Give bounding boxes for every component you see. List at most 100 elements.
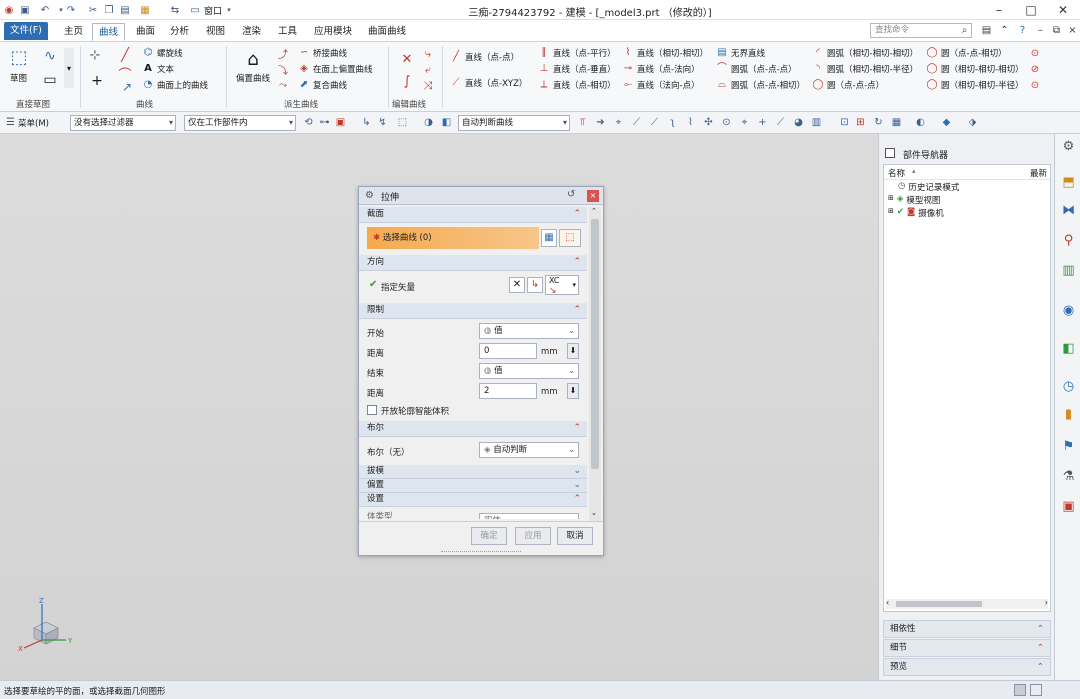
selection-filter-select[interactable]: 没有选择过滤器 ▾ — [70, 115, 176, 131]
resize-grip[interactable] — [441, 551, 521, 554]
ribbon-options-icon[interactable]: ▤ — [980, 24, 993, 37]
snap-tangent-icon[interactable]: ⌇ — [684, 116, 697, 129]
sketch-label[interactable]: 草图 — [10, 72, 27, 84]
profile-icon[interactable]: ∿ — [40, 46, 60, 66]
layout-icon[interactable] — [1030, 684, 1042, 696]
end-distance-menu-icon[interactable]: ⬇ — [567, 383, 579, 399]
line-icon[interactable]: ╱ — [116, 46, 134, 64]
gear-icon[interactable]: ⚙ — [365, 190, 374, 201]
snap-face-icon[interactable]: ◕ — [792, 116, 805, 129]
cube-icon[interactable]: ◧ — [440, 116, 453, 129]
paste-icon[interactable]: ▤ — [118, 3, 132, 17]
column-name-header[interactable]: 名称 — [888, 167, 905, 179]
full-screen-icon[interactable] — [1014, 684, 1026, 696]
snap-center-icon[interactable]: ⊙ — [720, 116, 733, 129]
tab-view[interactable]: 视图 — [200, 23, 231, 41]
doc-restore-icon[interactable]: ⧉ — [1050, 24, 1063, 37]
part-navigator-icon[interactable]: ⬒ — [1060, 174, 1077, 191]
x-form-icon[interactable]: ⤨ — [420, 78, 436, 94]
ribbon-line-point-normal[interactable]: ⊸ 直线（点-法向） — [622, 62, 700, 76]
curve-length-icon[interactable]: ⤶ — [420, 62, 436, 78]
ribbon-curve-on-surface[interactable]: ◔ 曲面上的曲线 — [142, 78, 208, 92]
orient-view-icon[interactable]: ▦ — [890, 116, 903, 129]
window-switch-icon[interactable]: ▦ — [138, 3, 152, 17]
snap-point-icon[interactable]: + — [756, 116, 769, 129]
navigator-pin-checkbox[interactable] — [885, 148, 895, 158]
dialog-close-button[interactable]: × — [587, 190, 599, 202]
scroll-right-icon[interactable]: › — [1045, 598, 1048, 607]
ribbon-arc-ttt[interactable]: ◜ 圆弧（相切-相切-相切） — [812, 46, 918, 60]
sketch-section-icon[interactable]: ⬚ — [559, 229, 581, 247]
scroll-up-icon[interactable]: ⌃ — [591, 207, 597, 215]
circle-extra-icon[interactable]: ⊙ — [1028, 46, 1042, 60]
cancel-button[interactable]: 取消 — [557, 527, 593, 545]
apply-button[interactable]: 应用 — [515, 527, 551, 545]
ribbon-bridge-curve[interactable]: ∽ 桥接曲线 — [298, 46, 347, 60]
snap-bounded-icon[interactable]: ▥ — [810, 116, 823, 129]
select-curve-field[interactable]: ✱ 选择曲线 (0) — [367, 227, 539, 249]
start-type-select[interactable]: ◍ 值 ⌄ — [479, 323, 579, 339]
ribbon-helix[interactable]: ⌬ 螺旋线 — [142, 46, 183, 60]
scroll-down-icon[interactable]: ⌄ — [591, 509, 597, 517]
body-type-select[interactable]: 实体 — [479, 513, 579, 519]
select-curve-icon[interactable]: ↯ — [376, 116, 389, 129]
scroll-left-icon[interactable]: ‹ — [886, 598, 889, 607]
intersect-curve-icon[interactable]: ⤵ — [276, 62, 290, 77]
snap-curve-icon[interactable]: ʅ — [666, 116, 679, 129]
cut-icon[interactable]: ✂ — [86, 3, 100, 17]
edit-object-display-icon[interactable]: ◆ — [940, 116, 953, 129]
section-header-settings[interactable]: 设置 ⌃ — [359, 493, 587, 507]
redo-icon[interactable]: ↷ — [64, 3, 78, 17]
plus-point-icon[interactable]: + — [88, 72, 106, 90]
section-header-boolean[interactable]: 布尔 ⌃ — [359, 421, 587, 437]
tree-item-history[interactable]: ◷ 历史记录模式 — [898, 181, 959, 193]
assembly-navigator-icon[interactable]: ⧓ — [1060, 202, 1077, 219]
ribbon-line-point-perpendicular[interactable]: ⊥ 直线（点-垂直） — [538, 62, 616, 76]
snap-endpoint-icon[interactable]: ⫪ — [576, 116, 589, 129]
collapse-ribbon-icon[interactable]: ⌃ — [998, 24, 1011, 37]
point-icon[interactable]: ⊹ — [86, 46, 104, 64]
menu-icon[interactable]: ☰ — [4, 116, 17, 129]
rect-select-icon[interactable]: ⬚ — [396, 116, 409, 129]
render-style-icon[interactable]: ◐ — [914, 116, 927, 129]
system-materials-icon[interactable]: ⚗ — [1060, 468, 1077, 485]
ribbon-offset-on-face[interactable]: ◈ 在面上偏置曲线 — [298, 62, 372, 76]
tab-render[interactable]: 渲染 — [236, 23, 267, 41]
snap-quadrant-icon[interactable]: ⌖ — [738, 116, 751, 129]
close-button[interactable]: ✕ — [1048, 2, 1078, 18]
clock-icon[interactable]: ◷ — [1060, 378, 1077, 395]
ribbon-arc-ttr[interactable]: ◝ 圆弧（相切-相切-半径） — [812, 62, 918, 76]
select-feature-icon[interactable]: ⊶ — [318, 116, 331, 129]
fit-view-icon[interactable]: ⊡ — [838, 116, 851, 129]
snap-line-icon[interactable]: ⟋ — [648, 116, 661, 129]
vector-select[interactable]: XC ▾ ↘ — [545, 275, 579, 296]
section-details[interactable]: 细节 ⌃ — [883, 639, 1051, 657]
search-icon[interactable]: ⌕ — [958, 24, 971, 37]
start-distance-input[interactable]: 0 — [479, 343, 537, 359]
project-curve-icon[interactable]: ⤴ — [276, 46, 290, 61]
process-studio-icon[interactable]: ▮ — [1060, 406, 1077, 423]
zoom-icon[interactable]: ⊞ — [854, 116, 867, 129]
rotate-icon[interactable]: ↻ — [872, 116, 885, 129]
ribbon-unbounded-line[interactable]: ▤ 无界直线 — [716, 46, 765, 60]
snap-intersect-icon[interactable]: ✣ — [702, 116, 715, 129]
reverse-direction-icon[interactable]: ✕ — [509, 277, 525, 293]
selection-scope-select[interactable]: 仅在工作部件内 ▾ — [184, 115, 296, 131]
fillet-icon[interactable]: ↗ — [118, 78, 136, 96]
curve-rule-select[interactable]: 自动判断曲线 ▾ — [458, 115, 570, 131]
sketch-icon[interactable]: ⬚ — [7, 45, 31, 69]
tab-analysis[interactable]: 分析 — [164, 23, 195, 41]
tab-file[interactable]: 文件(F) — [4, 22, 48, 40]
section-header-direction[interactable]: 方向 ⌃ — [359, 255, 587, 271]
ribbon-line-point-parallel[interactable]: ∥ 直线（点-平行） — [538, 46, 616, 60]
ribbon-text[interactable]: A 文本 — [142, 62, 174, 76]
ribbon-line-point-point[interactable]: ╱ 直线（点-点） — [450, 50, 519, 64]
offset-curve-label[interactable]: 偏置曲线 — [236, 72, 270, 84]
dialog-titlebar[interactable]: ⚙ 拉伸 ↺ × — [359, 187, 603, 205]
save-icon[interactable]: ▣ — [18, 3, 32, 17]
horizontal-scrollbar[interactable]: ‹ › — [886, 598, 1048, 609]
tab-tools[interactable]: 工具 — [272, 23, 303, 41]
tree-item-model-views[interactable]: ⊞ ◈ 模型视图 — [888, 194, 940, 206]
doc-minimize-icon[interactable]: – — [1034, 24, 1047, 37]
chevron-down-icon[interactable]: ▾ — [222, 3, 236, 17]
